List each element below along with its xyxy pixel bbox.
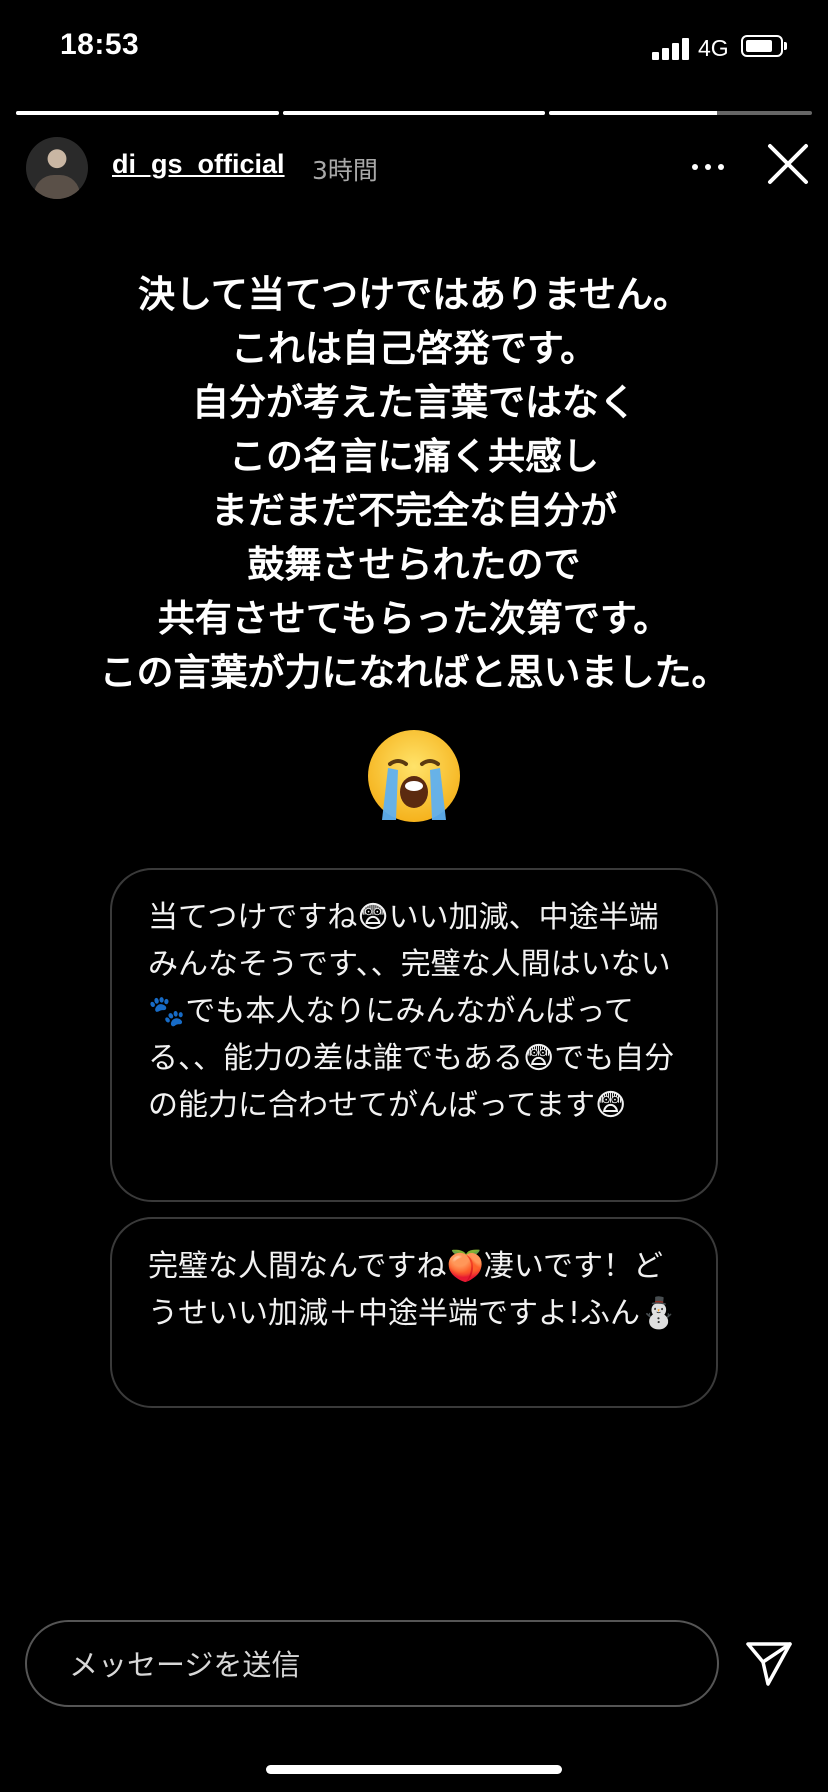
story-text-line: 自分が考えた言葉ではなく xyxy=(192,381,636,424)
story-text-line: まだまだ不完全な自分が xyxy=(210,489,618,532)
battery-icon xyxy=(741,35,787,57)
story-text-line: これは自己啓発です。 xyxy=(230,327,598,370)
story-text: 決して当てつけではありません。 これは自己啓発です。 自分が考えた言葉ではなく … xyxy=(60,268,768,700)
avatar[interactable] xyxy=(26,137,88,199)
story-text-line: 鼓舞させられたので xyxy=(247,543,581,586)
reply-bubble: 完璧な人間なんですね🍑凄いです！どうせいい加減＋中途半端ですよ!ふん⛄ xyxy=(110,1217,718,1408)
story-text-line: この名言に痛く共感し xyxy=(229,435,599,478)
story-progress-bars xyxy=(16,111,813,116)
status-time: 18:53 xyxy=(60,28,140,61)
story-text-line: 共有させてもらった次第です。 xyxy=(157,597,671,640)
reply-text: 完璧な人間なんですね🍑凄いです！どうせいい加減＋中途半端ですよ!ふん⛄ xyxy=(148,1249,678,1331)
story-progress-segment xyxy=(16,111,279,115)
signal-icon xyxy=(652,36,690,60)
status-bar: 18:53 4G xyxy=(0,0,828,100)
more-options-icon[interactable] xyxy=(690,152,726,182)
story-text-line: 決して当てつけではありません。 xyxy=(137,273,691,316)
post-age: 3時間 xyxy=(312,156,378,185)
close-icon[interactable] xyxy=(766,142,810,186)
story-progress-segment xyxy=(282,111,546,115)
network-label: 4G xyxy=(698,35,729,61)
message-input[interactable] xyxy=(67,1622,671,1707)
username-link[interactable]: di_gs_official xyxy=(112,149,285,180)
story-header: di_gs_official 3時間 xyxy=(0,130,828,200)
story-progress-segment xyxy=(549,111,813,115)
home-indicator xyxy=(266,1765,562,1774)
story-text-line: この言葉が力になればと思いました。 xyxy=(99,651,729,694)
message-bar[interactable] xyxy=(25,1620,719,1707)
reply-text: 当てつけですね😨いい加減、中途半端みんなそうです、、完璧な人間はいない🐾でも本人… xyxy=(148,900,675,1123)
send-icon[interactable] xyxy=(744,1640,794,1688)
crying-face-icon xyxy=(366,728,462,824)
reply-bubble: 当てつけですね😨いい加減、中途半端みんなそうです、、完璧な人間はいない🐾でも本人… xyxy=(110,868,718,1202)
